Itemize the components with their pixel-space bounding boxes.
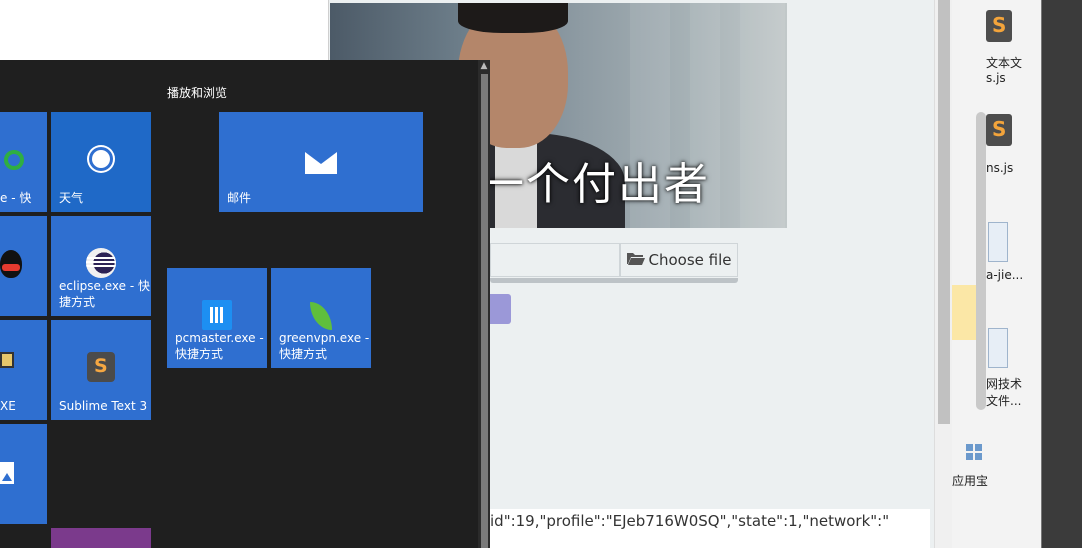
submit-button[interactable] [490, 294, 511, 324]
desktop-icon-label: ns.js [986, 161, 1014, 175]
desktop-icon-label: a-jie... [986, 268, 1024, 282]
sublime-file-icon[interactable] [986, 114, 1012, 146]
photo-caption: 一个付出者 [480, 159, 710, 210]
tile-label: 邮件 [227, 191, 252, 205]
tile-pcmaster[interactable]: pcmaster.exe - 快捷方式 [167, 268, 267, 368]
desktop-edge [1042, 0, 1082, 548]
document-icon[interactable] [988, 222, 1008, 262]
tile-label: Sublime Text 3 [59, 399, 148, 413]
tile-label: 天气 [59, 191, 84, 205]
tile-qq[interactable] [0, 216, 47, 316]
desktop-icon-label: 网技术 [986, 377, 1023, 391]
folder-open-icon [626, 251, 645, 269]
json-text: id":19,"profile":"EJeb716W0SQ","state":1… [490, 512, 890, 530]
pcmaster-icon [202, 300, 232, 330]
desktop-icon-label: s.js [986, 71, 1006, 85]
desktop-icon-label: 文本文 [986, 56, 1023, 70]
choose-file-button[interactable]: Choose file [620, 243, 738, 277]
tile-partial-exe[interactable]: XE [0, 320, 47, 420]
tile-label: pcmaster.exe - [175, 331, 264, 345]
sublime-text-icon [87, 352, 115, 382]
start-menu-scroll-thumb[interactable] [481, 74, 488, 548]
window-background [0, 0, 329, 60]
app-icon [4, 150, 24, 170]
qq-icon [0, 250, 22, 278]
scroll-up-arrow-icon[interactable]: ▲ [478, 60, 490, 72]
choose-file-label: Choose file [648, 251, 732, 269]
tile-sublime-text[interactable]: Sublime Text 3 [51, 320, 151, 420]
desktop-icon-label: 应用宝 [952, 474, 989, 488]
tile-partial-purple[interactable] [51, 528, 151, 548]
picture-icon [0, 462, 14, 484]
tile-greenvpn[interactable]: greenvpn.exe - 快捷方式 [271, 268, 371, 368]
tile-eclipse[interactable]: eclipse.exe - 快 捷方式 [51, 216, 151, 316]
tile-label: eclipse.exe - 快 [59, 279, 150, 293]
tile-photos[interactable] [0, 424, 47, 524]
tile-label: greenvpn.exe - [279, 331, 370, 345]
tile-partial-app[interactable]: e - 快 [0, 112, 47, 212]
desktop-icon-label: 文件... [986, 394, 1022, 408]
tile-mail[interactable]: 邮件 [219, 112, 423, 212]
tile-weather[interactable]: 天气 [51, 112, 151, 212]
tile-group-title: 播放和浏览 [167, 86, 228, 100]
tile-label: XE [0, 399, 16, 413]
app-store-icon[interactable] [966, 444, 982, 460]
tile-label: 快捷方式 [175, 347, 224, 361]
selection-highlight [952, 285, 976, 340]
desktop-divider [1041, 0, 1042, 548]
browser-scrollbar-thumb[interactable] [938, 0, 950, 424]
eclipse-icon [86, 248, 116, 278]
tile-label: 捷方式 [59, 295, 96, 309]
sublime-file-icon[interactable] [986, 10, 1012, 42]
tile-label: e - 快 [0, 191, 32, 205]
document-icon[interactable] [988, 328, 1008, 368]
desktop-scrollbar[interactable] [976, 112, 986, 410]
file-upload-control: Choose file [490, 243, 738, 277]
tile-label: 快捷方式 [279, 347, 328, 361]
computer-icon [0, 352, 14, 368]
sun-icon [92, 150, 110, 168]
leaf-icon [310, 302, 332, 330]
mail-icon [305, 152, 337, 174]
json-output: id":19,"profile":"EJeb716W0SQ","state":1… [490, 509, 930, 548]
progress-bar [490, 278, 738, 283]
file-path-input[interactable] [490, 243, 620, 277]
